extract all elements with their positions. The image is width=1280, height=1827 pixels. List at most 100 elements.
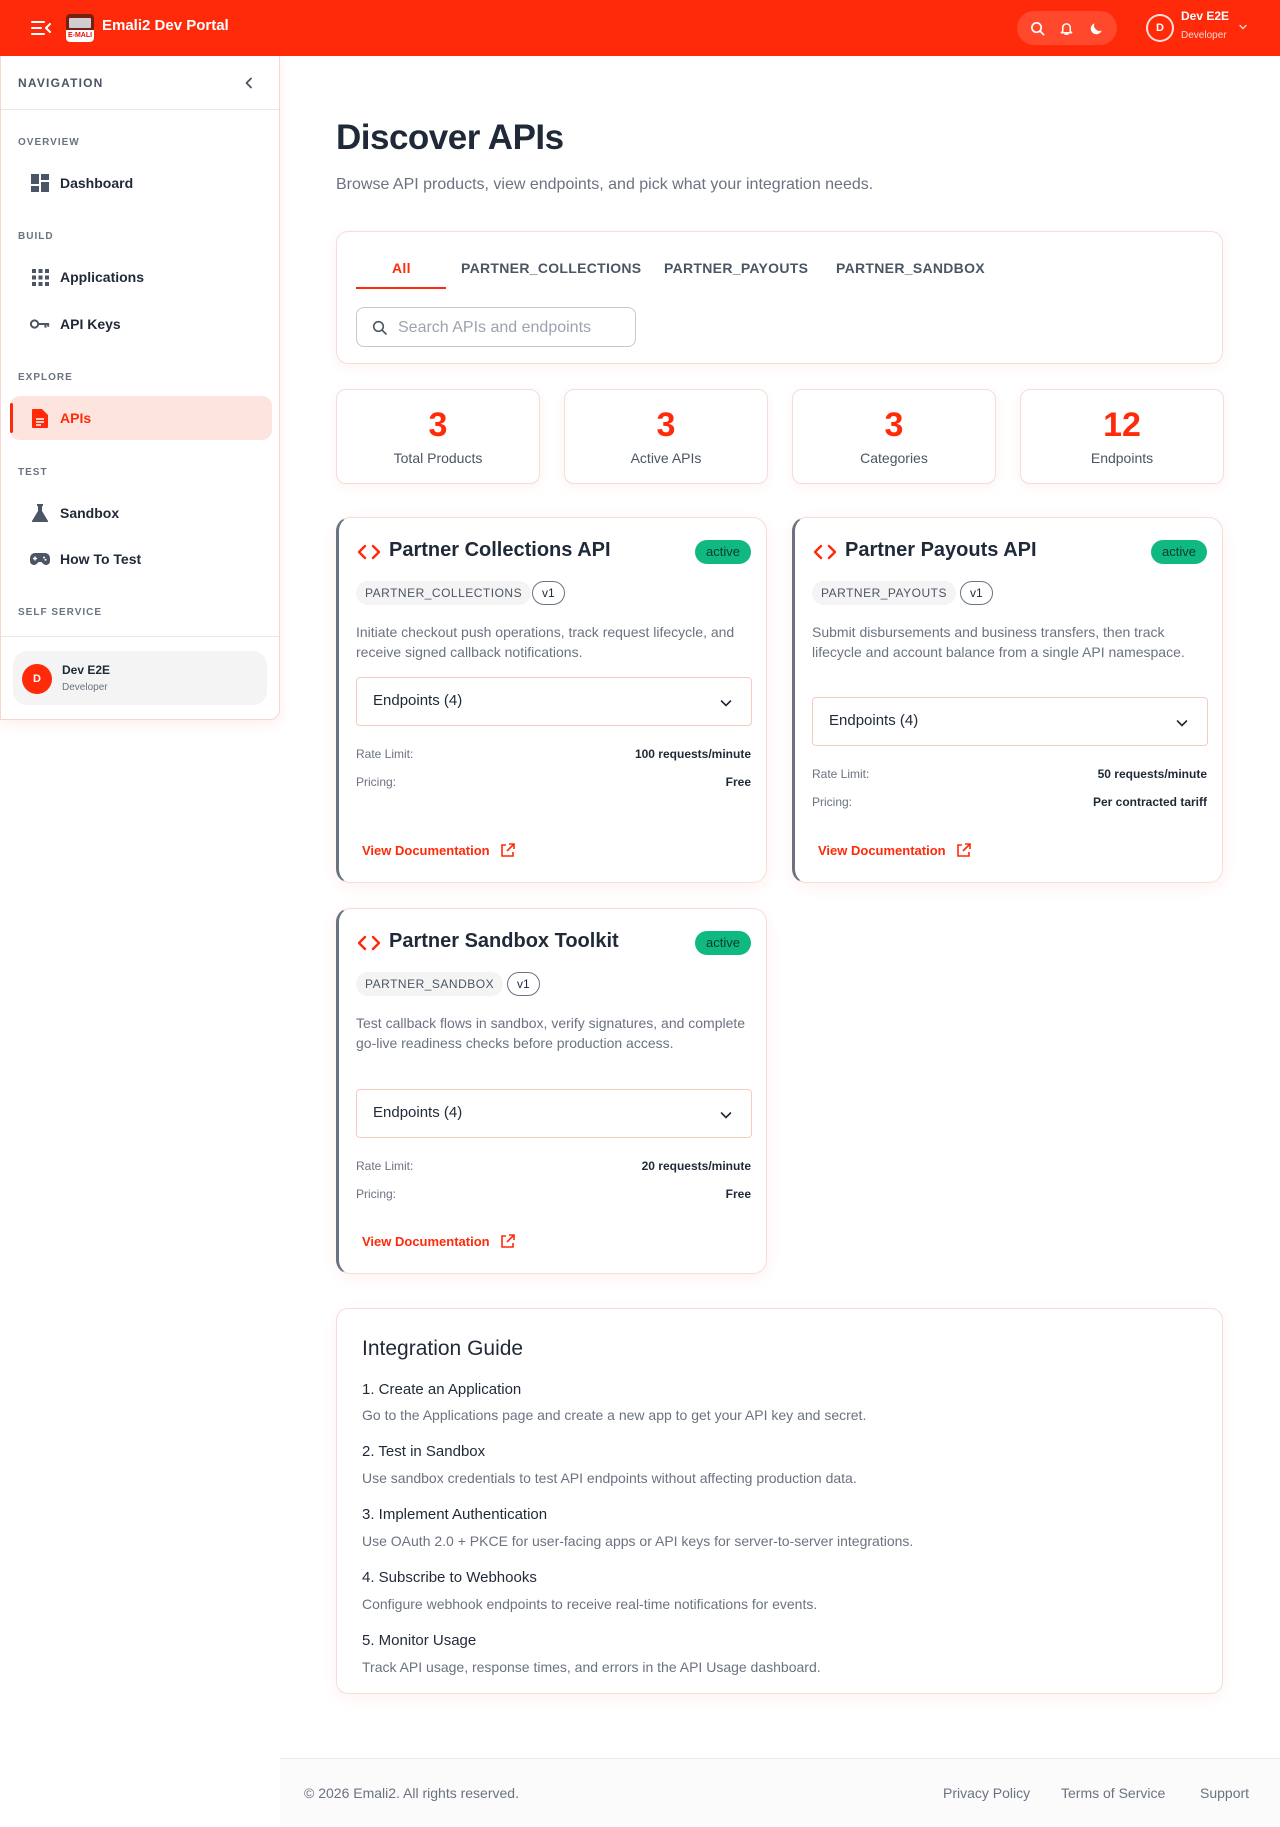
pricing-label: Pricing: [356,775,397,789]
privacy-policy-link[interactable]: Privacy Policy [943,1785,1030,1801]
stat-active-apis: 3 Active APIs [564,389,768,484]
endpoints-label: Endpoints (4) [373,692,463,709]
section-self-service: SELF SERVICE [18,607,103,618]
tab-all[interactable]: All [392,260,411,276]
external-link-icon [500,1234,515,1248]
pricing-value: Free [725,1187,751,1201]
section-build: BUILD [18,231,54,242]
guide-step-text: Track API usage, response times, and err… [362,1659,821,1675]
sidebar-divider [1,636,279,637]
tab-partner-sandbox[interactable]: PARTNER_SANDBOX [836,260,985,276]
sidebar-title: NAVIGATION [18,76,104,90]
sidebar-item-apis[interactable]: APIs [10,396,272,440]
rate-limit-label: Rate Limit: [356,1159,414,1173]
api-description: Submit disbursements and business transf… [812,624,1185,660]
integration-guide: Integration Guide 1. Create an Applicati… [336,1308,1223,1694]
endpoints-dropdown[interactable]: Endpoints (4) [356,1089,752,1138]
status-badge: active [1151,540,1207,564]
tab-partner-collections[interactable]: PARTNER_COLLECTIONS [461,260,641,276]
api-description: Test callback flows in sandbox, verify s… [356,1015,746,1051]
stat-endpoints: 12 Endpoints [1020,389,1224,484]
view-documentation-link[interactable]: View Documentation [362,843,515,858]
sidebar-item-applications[interactable]: Applications [10,255,272,299]
guide-step-title: 4. Subscribe to Webhooks [362,1569,537,1586]
filter-card: All PARTNER_COLLECTIONS PARTNER_PAYOUTS … [336,231,1223,364]
apps-grid-icon [30,268,50,286]
user-role: Developer [1181,30,1227,41]
stat-value: 3 [884,406,904,444]
section-test: TEST [18,467,48,478]
pricing-value: Per contracted tariff [1092,795,1207,809]
stat-label: Categories [860,450,928,466]
menu-collapse-icon[interactable] [30,18,52,38]
stat-label: Endpoints [1090,450,1154,466]
external-link-icon [500,843,515,857]
stat-label: Active APIs [630,450,702,466]
pricing-label: Pricing: [356,1187,397,1201]
sidebar-item-how-to-test[interactable]: How To Test [10,537,272,581]
document-icon [30,408,50,428]
brand-logo[interactable]: E-MALI [66,14,94,42]
search-field[interactable] [356,307,636,347]
status-badge: active [695,540,751,564]
search-icon[interactable] [1029,19,1047,37]
search-input[interactable] [398,316,628,340]
sidebar-item-api-keys[interactable]: API Keys [10,302,272,346]
page-title: Discover APIs [336,118,564,157]
flask-icon [30,504,50,522]
guide-step-text: Use sandbox credentials to test API endp… [362,1470,857,1486]
sidebar-item-label: Sandbox [60,505,120,521]
view-documentation-link[interactable]: View Documentation [362,1234,515,1249]
api-card-partner-sandbox: Partner Sandbox Toolkit active PARTNER_S… [336,908,767,1274]
pricing-value: Free [725,775,751,789]
sidebar-item-label: Dashboard [60,175,134,191]
category-tag: PARTNER_COLLECTIONS [356,581,532,605]
key-icon [30,315,50,333]
sidebar-item-dashboard[interactable]: Dashboard [10,161,272,205]
api-name: Partner Payouts API [845,539,1037,561]
guide-step-text: Use OAuth 2.0 + PKCE for user-facing app… [362,1533,914,1549]
stat-value: 12 [1103,406,1141,444]
chevron-down-icon [720,700,732,707]
active-tab-indicator [356,287,446,289]
sidebar-item-label: APIs [60,410,92,426]
rate-limit-label: Rate Limit: [812,767,870,781]
sidebar-user-name: Dev E2E [62,663,111,677]
endpoints-dropdown[interactable]: Endpoints (4) [812,697,1208,746]
sidebar-user-card[interactable]: D Dev E2E Developer [13,651,267,705]
avatar: D [1146,14,1174,42]
chevron-down-icon [1239,24,1247,30]
header-actions [1017,11,1117,45]
external-link-icon [956,843,971,857]
code-icon [358,544,380,560]
endpoints-dropdown[interactable]: Endpoints (4) [356,677,752,726]
moon-icon[interactable] [1087,19,1105,37]
bell-icon[interactable] [1058,19,1076,37]
stat-label: Total Products [393,450,483,466]
user-menu[interactable]: D Dev E2E Developer [1146,9,1250,47]
dashboard-icon [30,174,50,192]
terms-of-service-link[interactable]: Terms of Service [1061,1785,1165,1801]
view-documentation-link[interactable]: View Documentation [818,843,971,858]
guide-step-title: 3. Implement Authentication [362,1506,548,1523]
code-icon [358,935,380,951]
tab-partner-payouts[interactable]: PARTNER_PAYOUTS [664,260,808,276]
endpoints-label: Endpoints (4) [829,712,919,729]
pricing-label: Pricing: [812,795,853,809]
support-link[interactable]: Support [1200,1785,1249,1801]
chevron-left-icon[interactable] [241,75,257,91]
sidebar-header: NAVIGATION [1,56,279,110]
sidebar-item-sandbox[interactable]: Sandbox [10,491,272,535]
brand-name[interactable]: Emali2 Dev Portal [102,17,229,34]
version-tag: v1 [960,581,993,605]
status-badge: active [695,931,751,955]
version-tag: v1 [532,581,565,605]
user-name: Dev E2E [1181,9,1230,23]
stat-total-products: 3 Total Products [336,389,540,484]
rate-limit-value: 100 requests/minute [634,747,751,761]
section-explore: EXPLORE [18,372,73,383]
doc-link-label: View Documentation [362,843,490,858]
doc-link-label: View Documentation [362,1234,490,1249]
guide-title: Integration Guide [362,1337,524,1360]
section-overview: OVERVIEW [18,137,80,148]
